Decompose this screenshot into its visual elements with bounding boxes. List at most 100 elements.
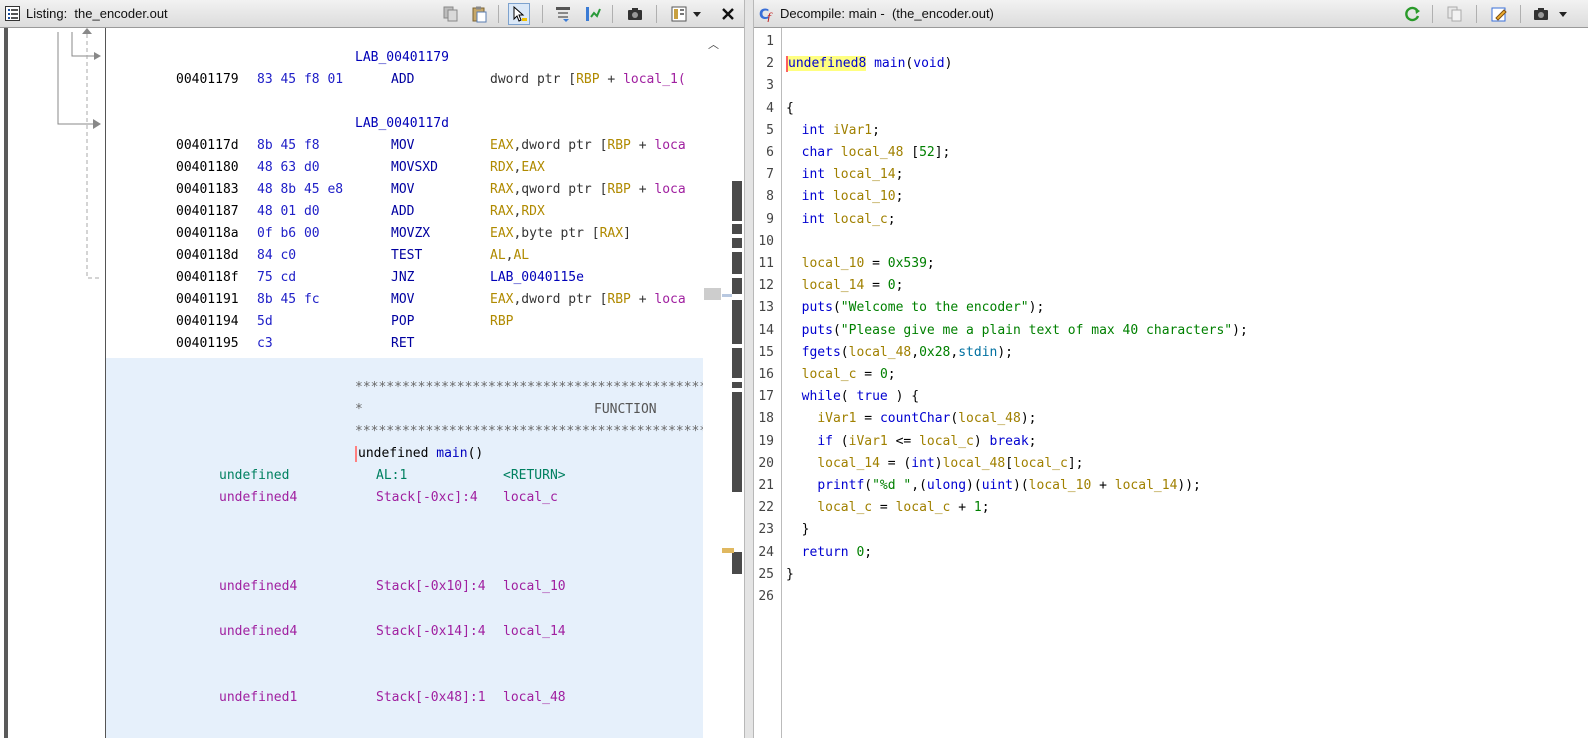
operand-token[interactable]: loca [654,292,685,307]
code-token[interactable]: local_14 [833,167,896,182]
instruction-address[interactable]: 00401183 [176,182,239,198]
code-token[interactable]: local_c [833,212,888,227]
code-line[interactable]: } [786,567,794,583]
operand-token[interactable]: RBP [607,138,630,153]
scroll-thumb[interactable] [704,288,721,300]
instruction-mnemonic[interactable]: ADD [391,204,414,220]
dropdown-icon[interactable] [1556,3,1570,25]
scroll-up-icon[interactable]: ︿ [708,36,719,52]
instruction-address[interactable]: 00401179 [176,72,239,88]
code-line[interactable]: undefined8 main(void) [786,56,952,73]
instruction-mnemonic[interactable]: MOV [391,292,414,308]
copy-icon[interactable] [1444,3,1466,25]
operand-token[interactable]: LAB_0040115e [490,270,584,285]
cursor-select-icon[interactable] [508,3,530,25]
operand-token[interactable]: loca [654,138,685,153]
variable-name[interactable]: local_10 [503,579,566,595]
instruction-operands[interactable]: RAX,qword ptr [RBP + loca [490,182,686,198]
instruction-address[interactable]: 00401187 [176,204,239,220]
layout-icon[interactable] [668,3,690,25]
refresh-icon[interactable] [1402,3,1424,25]
code-token[interactable]: local_48 [841,145,904,160]
code-token[interactable]: puts [802,323,833,338]
code-token[interactable]: fgets [802,345,841,360]
code-token[interactable]: puts [802,300,833,315]
operand-token[interactable]: RDX [521,204,544,219]
instruction-operands[interactable]: EAX,dword ptr [RBP + loca [490,138,686,154]
variable-name[interactable]: local_48 [503,690,566,706]
instruction-mnemonic[interactable]: MOVSXD [391,160,438,176]
code-token[interactable]: local_48 [943,456,1006,471]
code-line[interactable]: printf("%d ",(ulong)(uint)(local_10 + lo… [786,478,1201,494]
listing-row[interactable]: 0040117d 8b 45 f8 MOV EAX,dword ptr [RBP + … [106,138,703,154]
code-line[interactable]: local_c = local_c + 1; [786,500,989,516]
snapshot-icon[interactable] [1530,3,1552,25]
instruction-mnemonic[interactable]: POP [391,314,414,330]
dropdown-icon[interactable] [690,3,704,25]
operand-token[interactable]: EAX [521,160,544,175]
listing-row[interactable]: 0040118d 84 c0 TEST AL,AL [106,248,703,264]
code-token[interactable]: iVar1 [833,123,872,138]
code-line[interactable]: while( true ) { [786,389,919,405]
code-token[interactable]: local_14 [817,456,880,471]
listing-row[interactable]: 00401179 83 45 f8 01 ADD dword ptr [RBP + l… [106,72,703,88]
diff-icon[interactable] [582,3,604,25]
instruction-address[interactable]: 00401194 [176,314,239,330]
code-line[interactable]: puts("Welcome to the encoder"); [786,300,1045,316]
operand-token[interactable]: AL [513,248,529,263]
code-token[interactable]: local_10 [802,256,865,271]
instruction-mnemonic[interactable]: MOV [391,138,414,154]
instruction-address[interactable]: 0040117d [176,138,239,154]
field-edit-icon[interactable] [552,3,574,25]
operand-token[interactable]: local_1( [623,72,686,87]
instruction-operands[interactable]: RBP [490,314,513,330]
code-line[interactable]: } [786,522,810,538]
operand-token[interactable]: RBP [576,72,599,87]
signature-name[interactable]: main [436,446,467,461]
operand-token[interactable]: loca [654,182,685,197]
code-token[interactable]: iVar1 [817,411,856,426]
instruction-operands[interactable]: dword ptr [RBP + local_1( [490,72,686,88]
stack-variable-row[interactable]: undefined1 Stack[-0x48]:1 local_48 [106,690,703,706]
code-line[interactable]: int local_14; [786,167,904,183]
code-line[interactable]: fgets(local_48,0x28,stdin); [786,345,1013,361]
code-token[interactable]: local_48 [958,411,1021,426]
code-label[interactable]: LAB_00401179 [355,50,449,66]
listing-body[interactable]: LAB_00401179 00401179 83 45 f8 01 ADD dword … [106,28,703,738]
instruction-address[interactable]: 00401180 [176,160,239,176]
code-line[interactable]: local_10 = 0x539; [786,256,935,272]
code-token[interactable]: local_10 [833,189,896,204]
code-token[interactable]: local_c [896,500,951,515]
instruction-operands[interactable]: EAX,dword ptr [RBP + loca [490,292,686,308]
code-token[interactable]: main [874,56,905,71]
instruction-operands[interactable]: EAX,byte ptr [RAX] [490,226,631,242]
code-token[interactable]: local_48 [849,345,912,360]
code-token[interactable]: local_c [1013,456,1068,471]
operand-token[interactable]: RAX [490,204,513,219]
instruction-operands[interactable]: LAB_0040115e [490,270,584,286]
code-line[interactable]: int local_c; [786,212,896,228]
instruction-operands[interactable]: RDX,EAX [490,160,545,176]
listing-overview-bar[interactable] [722,28,744,738]
snapshot-icon[interactable] [624,3,646,25]
code-token[interactable]: stdin [958,345,997,360]
instruction-mnemonic[interactable]: ADD [391,72,414,88]
decompile-code[interactable]: undefined8 main(void){ int iVar1; char l… [782,28,1588,738]
code-token[interactable]: local_c [817,500,872,515]
variable-name[interactable]: local_c [503,490,558,506]
code-line[interactable]: int iVar1; [786,123,880,139]
instruction-mnemonic[interactable]: TEST [391,248,422,264]
code-token[interactable]: iVar1 [849,434,888,449]
variable-name[interactable]: local_14 [503,624,566,640]
operand-token[interactable]: RBP [607,182,630,197]
instruction-mnemonic[interactable]: JNZ [391,270,414,286]
stack-variable-row[interactable]: undefined AL:1 <RETURN> [106,468,703,484]
code-label[interactable]: LAB_0040117d [355,116,449,132]
copy-icon[interactable] [440,3,462,25]
function-signature[interactable]: undefined main() [355,446,483,462]
code-line[interactable]: iVar1 = countChar(local_48); [786,411,1036,427]
operand-token[interactable]: EAX [490,138,513,153]
instruction-mnemonic[interactable]: MOV [391,182,414,198]
code-line[interactable]: if (iVar1 <= local_c) break; [786,434,1036,450]
code-line[interactable]: local_c = 0; [786,367,896,383]
